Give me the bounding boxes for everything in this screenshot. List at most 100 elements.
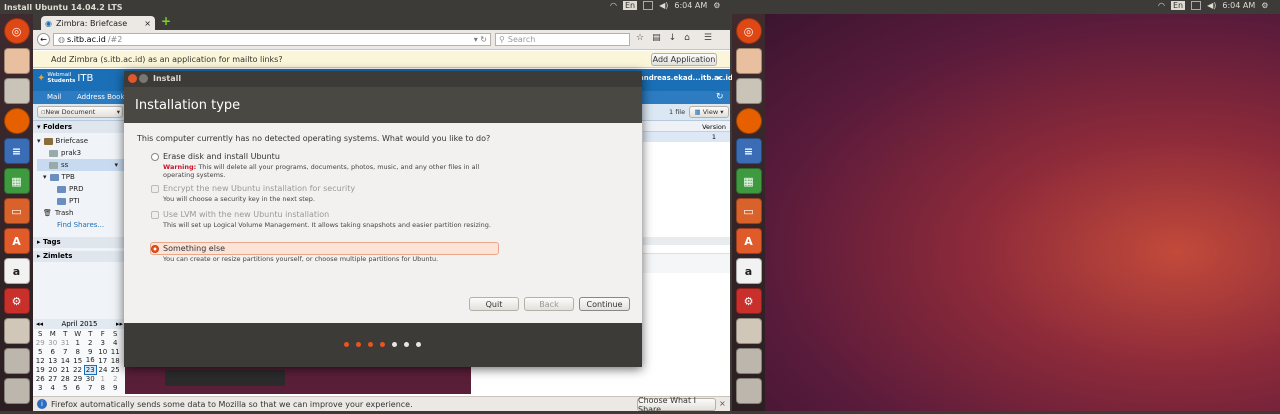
keyboard-layout-indicator[interactable]: En bbox=[1170, 1, 1186, 10]
calendar-day[interactable]: 8 bbox=[72, 347, 85, 356]
calendar-day[interactable]: 26 bbox=[34, 374, 47, 383]
something-else-radio[interactable] bbox=[151, 245, 159, 253]
trash-icon[interactable] bbox=[3, 378, 30, 404]
installer-icon[interactable] bbox=[3, 48, 30, 74]
calendar-day[interactable]: 7 bbox=[84, 383, 97, 392]
tree-item-tpb[interactable]: ▾ TPB bbox=[37, 171, 124, 183]
calendar-day[interactable]: 5 bbox=[59, 383, 72, 392]
close-icon[interactable] bbox=[128, 74, 137, 83]
wifi-icon[interactable]: ◠ bbox=[610, 1, 617, 10]
calendar-day[interactable]: 31 bbox=[59, 338, 72, 347]
calendar-day[interactable]: 15 bbox=[72, 356, 85, 365]
calendar-day[interactable]: 1 bbox=[97, 374, 110, 383]
calendar-day[interactable]: 6 bbox=[72, 383, 85, 392]
amazon-icon[interactable]: a bbox=[735, 258, 762, 284]
erase-disk-radio[interactable] bbox=[151, 153, 159, 161]
files-icon[interactable] bbox=[3, 78, 30, 104]
calendar-day[interactable]: 1 bbox=[72, 338, 85, 347]
writer-icon[interactable]: ≡ bbox=[735, 138, 762, 164]
download-icon[interactable]: ↓ bbox=[669, 33, 677, 43]
version-column-header[interactable]: Version bbox=[643, 121, 730, 132]
calendar-day[interactable]: 29 bbox=[34, 338, 47, 347]
volume-icon[interactable]: ◀) bbox=[659, 1, 668, 10]
calendar-day[interactable]: 21 bbox=[59, 365, 72, 374]
calc-icon[interactable]: ▦ bbox=[3, 168, 30, 194]
lvm-checkbox[interactable] bbox=[151, 211, 159, 219]
calendar-day[interactable]: 24 bbox=[97, 365, 110, 374]
keyboard-layout-indicator[interactable]: En bbox=[622, 1, 638, 10]
calendar-day[interactable]: 5 bbox=[34, 347, 47, 356]
calendar-day-today[interactable]: 23 bbox=[83, 364, 97, 375]
back-icon[interactable]: ← bbox=[37, 33, 50, 46]
calendar-day[interactable]: 13 bbox=[47, 356, 60, 365]
calendar-day[interactable]: 19 bbox=[34, 365, 47, 374]
home-icon[interactable]: ⌂ bbox=[684, 33, 690, 43]
gear-icon[interactable]: ⚙ bbox=[1261, 1, 1268, 10]
back-button[interactable]: Back bbox=[524, 297, 574, 311]
calendar-day[interactable]: 28 bbox=[59, 374, 72, 383]
continue-button[interactable]: Continue bbox=[579, 297, 630, 311]
tab-mail[interactable]: Mail bbox=[47, 93, 61, 101]
encrypt-checkbox[interactable] bbox=[151, 185, 159, 193]
impress-icon[interactable]: ▭ bbox=[735, 198, 762, 224]
trash-icon[interactable] bbox=[735, 378, 762, 404]
close-icon[interactable]: × bbox=[144, 19, 151, 28]
calendar-day[interactable]: 20 bbox=[47, 365, 60, 374]
calendar-day[interactable]: 25 bbox=[109, 365, 122, 374]
firefox-icon[interactable] bbox=[735, 108, 762, 134]
find-shares-link[interactable]: Find Shares... bbox=[37, 219, 124, 231]
refresh-icon[interactable]: ↻ bbox=[716, 92, 724, 102]
calendar-day[interactable]: 27 bbox=[47, 374, 60, 383]
calendar-day[interactable]: 9 bbox=[84, 347, 97, 356]
battery-icon[interactable] bbox=[643, 1, 654, 10]
calendar-day[interactable]: 29 bbox=[72, 374, 85, 383]
calendar-day[interactable]: 9 bbox=[109, 383, 122, 392]
battery-icon[interactable] bbox=[1191, 1, 1202, 10]
volume-icon[interactable]: ◀) bbox=[1207, 1, 1216, 10]
calendar-day[interactable]: 18 bbox=[109, 356, 122, 365]
settings-icon[interactable]: ⚙ bbox=[3, 288, 30, 314]
close-icon[interactable]: × bbox=[719, 399, 726, 408]
tree-item-prd[interactable]: PRD bbox=[37, 183, 124, 195]
dash-icon[interactable]: ◎ bbox=[3, 18, 30, 44]
search-input[interactable]: ⚲ Search bbox=[495, 33, 630, 46]
calendar-day[interactable]: 22 bbox=[72, 365, 85, 374]
calendar-day[interactable]: 14 bbox=[59, 356, 72, 365]
files-icon[interactable] bbox=[735, 78, 762, 104]
calendar-day[interactable]: 30 bbox=[47, 338, 60, 347]
calendar-day[interactable]: 6 bbox=[47, 347, 60, 356]
tree-item-ss[interactable]: ss ▾ bbox=[37, 159, 124, 171]
tree-item-pti[interactable]: PTI bbox=[37, 195, 124, 207]
menu-icon[interactable]: ☰ bbox=[704, 33, 712, 43]
option-encrypt[interactable]: Encrypt the new Ubuntu installation for … bbox=[150, 183, 510, 205]
folders-header[interactable]: ▾ Folders bbox=[33, 121, 124, 133]
gear-icon[interactable]: ⚙ bbox=[713, 1, 720, 10]
minimize-icon[interactable] bbox=[139, 74, 148, 83]
installer-icon[interactable] bbox=[735, 48, 762, 74]
wifi-icon[interactable]: ◠ bbox=[1158, 1, 1165, 10]
impress-icon[interactable]: ▭ bbox=[3, 198, 30, 224]
calendar-day[interactable]: 3 bbox=[34, 383, 47, 392]
zimlets-header[interactable]: ▸ Zimlets bbox=[33, 251, 124, 262]
calendar-day[interactable]: 4 bbox=[109, 338, 122, 347]
calc-icon[interactable]: ▦ bbox=[735, 168, 762, 194]
dash-icon[interactable]: ◎ bbox=[735, 18, 762, 44]
calendar-day[interactable]: 16 bbox=[84, 356, 97, 365]
tree-item-trash[interactable]: 🗑 Trash bbox=[37, 207, 124, 219]
clock[interactable]: 6:04 AM bbox=[1222, 1, 1255, 10]
choose-share-button[interactable]: Choose What I Share bbox=[637, 396, 716, 414]
settings-icon[interactable]: ⚙ bbox=[735, 288, 762, 314]
option-lvm[interactable]: Use LVM with the new Ubuntu installation… bbox=[150, 209, 510, 231]
chevron-down-icon[interactable]: ▾ bbox=[114, 161, 124, 169]
option-erase-disk[interactable]: Erase disk and install Ubuntu Warning: T… bbox=[150, 151, 510, 179]
bookmark-star-icon[interactable]: ☆ bbox=[636, 33, 644, 43]
url-bar[interactable]: ◍ s.itb.ac.id/#2 ▾ ↻ bbox=[53, 33, 491, 46]
writer-icon[interactable]: ≡ bbox=[3, 138, 30, 164]
calendar-day[interactable]: 8 bbox=[97, 383, 110, 392]
software-center-icon[interactable]: A bbox=[735, 228, 762, 254]
calendar-day[interactable]: 4 bbox=[47, 383, 60, 392]
calendar-month[interactable]: April 2015 bbox=[61, 320, 97, 328]
installer-running-icon[interactable] bbox=[735, 318, 762, 344]
calendar-day[interactable]: 2 bbox=[109, 374, 122, 383]
file-row[interactable]: 1 bbox=[643, 132, 730, 142]
